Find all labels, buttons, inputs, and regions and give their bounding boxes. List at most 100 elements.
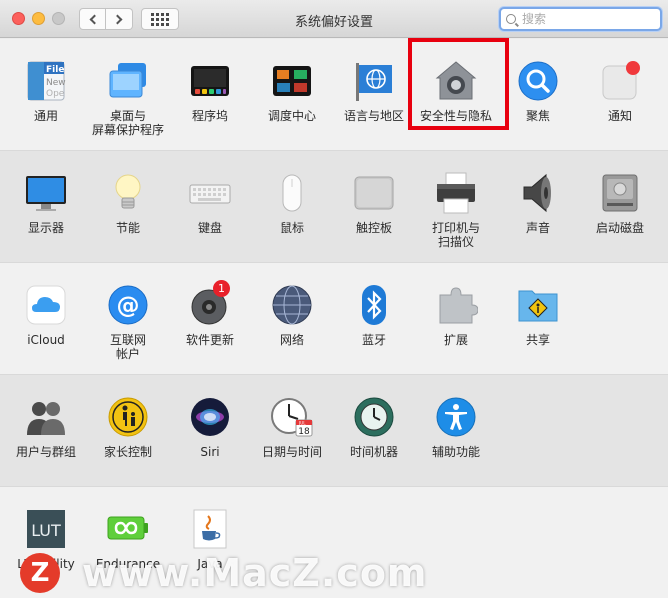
pref-label: 家长控制 — [103, 445, 152, 459]
pref-language-region[interactable]: 语言与地区 — [334, 59, 414, 123]
time-machine-icon — [352, 395, 396, 439]
endurance-icon — [106, 507, 150, 551]
search-icon — [506, 14, 516, 24]
keyboard-icon — [188, 171, 232, 215]
search-field[interactable] — [499, 7, 662, 31]
users-groups-icon — [24, 395, 68, 439]
pref-label: 通用 — [33, 109, 58, 123]
pref-label: 日期与时间 — [261, 445, 322, 459]
pref-label: 聚焦 — [525, 109, 550, 123]
pref-label: 共享 — [525, 333, 550, 347]
pref-sharing[interactable]: 共享 — [498, 283, 578, 347]
general-icon-top: File — [46, 65, 64, 75]
pref-displays[interactable]: 显示器 — [6, 171, 86, 235]
pref-label: 声音 — [525, 221, 550, 235]
pref-label: 蓝牙 — [361, 333, 386, 347]
internet-accounts-icon: @ — [106, 283, 150, 327]
mouse-icon — [270, 171, 314, 215]
desktop-screensaver-icon — [106, 59, 150, 103]
language-flag-icon — [352, 59, 396, 103]
general-icon-mid: New — [46, 78, 66, 88]
java-icon — [188, 507, 232, 551]
pref-security-privacy[interactable]: 安全性与隐私 — [416, 59, 496, 123]
pref-label: 显示器 — [27, 221, 64, 235]
watermark-logo: Z — [20, 553, 60, 593]
svg-text:@: @ — [117, 293, 140, 319]
pref-mission-control[interactable]: 调度中心 — [252, 59, 332, 123]
update-count-badge: 1 — [213, 280, 230, 297]
extensions-icon — [434, 283, 479, 327]
notifications-icon — [598, 59, 642, 103]
pref-label: 键盘 — [197, 221, 222, 235]
siri-icon — [188, 395, 232, 439]
disk-icon — [598, 171, 642, 215]
pref-icloud[interactable]: iCloud — [6, 283, 86, 347]
calendar-day: 18 — [298, 427, 310, 437]
section-personal: File New Ope 通用 桌面与 屏幕保护程序 程序坞 调度中心 语言与地… — [0, 39, 668, 151]
section-system: 用户与群组 家长控制 Siri JUL 18 日期与时间 时间机器 辅助功能 — [0, 375, 668, 487]
pref-extensions[interactable]: 扩展 — [416, 283, 496, 347]
software-update-icon: 1 — [188, 280, 232, 327]
pref-label: 打印机与 扫描仪 — [431, 221, 480, 249]
pref-energy-saver[interactable]: 节能 — [88, 171, 168, 235]
window-titlebar: 系统偏好设置 — [0, 0, 668, 38]
pref-parental-controls[interactable]: 家长控制 — [88, 395, 168, 459]
bluetooth-icon — [352, 283, 396, 327]
pref-label: 互联网 帐户 — [109, 333, 146, 361]
pref-software-update[interactable]: 1 软件更新 — [170, 280, 250, 347]
pref-date-time[interactable]: JUL 18 日期与时间 — [252, 395, 332, 459]
calendar-month: JUL — [298, 421, 306, 426]
pref-label: 调度中心 — [267, 109, 316, 123]
pref-label: 触控板 — [355, 221, 392, 235]
pref-time-machine[interactable]: 时间机器 — [334, 395, 414, 459]
section-internet-wireless: iCloud @ 互联网 帐户 1 软件更新 网络 蓝牙 扩展 共享 — [0, 263, 668, 375]
accessibility-icon — [434, 395, 478, 439]
security-house-icon — [434, 59, 478, 103]
pref-general[interactable]: File New Ope 通用 — [6, 59, 86, 123]
lut-icon-text: LUT — [31, 521, 61, 540]
pref-label: 软件更新 — [185, 333, 234, 347]
pref-accessibility[interactable]: 辅助功能 — [416, 395, 496, 459]
pref-label: 节能 — [115, 221, 140, 235]
pref-label: 用户与群组 — [15, 445, 76, 459]
dock-icon — [188, 59, 232, 103]
pref-users-groups[interactable]: 用户与群组 — [6, 395, 86, 459]
watermark: Z www.MacZ.com — [20, 548, 428, 598]
pref-label: 鼠标 — [279, 221, 304, 235]
pref-spotlight[interactable]: 聚焦 — [498, 59, 578, 123]
pref-label: 通知 — [607, 109, 632, 123]
network-icon — [270, 283, 314, 327]
pref-label: 安全性与隐私 — [419, 109, 492, 123]
pref-label: iCloud — [27, 333, 65, 347]
pref-label: Siri — [200, 445, 220, 459]
sharing-icon — [516, 283, 560, 327]
section-hardware: 显示器 节能 键盘 鼠标 触控板 打印机与 扫描仪 声音 启动磁盘 — [0, 151, 668, 263]
pref-label: 桌面与 屏幕保护程序 — [91, 109, 164, 137]
pref-label: 时间机器 — [349, 445, 398, 459]
pref-keyboard[interactable]: 键盘 — [170, 171, 250, 235]
pref-mouse[interactable]: 鼠标 — [252, 171, 332, 235]
pref-bluetooth[interactable]: 蓝牙 — [334, 283, 414, 347]
general-icon-bot: Ope — [46, 89, 65, 99]
date-time-icon: JUL 18 — [270, 395, 314, 439]
search-input[interactable] — [522, 12, 652, 26]
speaker-icon — [516, 171, 560, 215]
pref-trackpad[interactable]: 触控板 — [334, 171, 414, 235]
pref-sound[interactable]: 声音 — [498, 171, 578, 235]
pref-desktop-screensaver[interactable]: 桌面与 屏幕保护程序 — [88, 59, 168, 137]
pref-label: 辅助功能 — [431, 445, 480, 459]
pref-startup-disk[interactable]: 启动磁盘 — [580, 171, 660, 235]
pref-label: 启动磁盘 — [595, 221, 644, 235]
printer-icon — [434, 171, 478, 215]
trackpad-icon — [352, 171, 396, 215]
lut-utility-icon: LUT — [24, 507, 68, 551]
pref-dock[interactable]: 程序坞 — [170, 59, 250, 123]
pref-network[interactable]: 网络 — [252, 283, 332, 347]
pref-printers-scanners[interactable]: 打印机与 扫描仪 — [416, 171, 496, 249]
parental-controls-icon — [106, 395, 150, 439]
pref-notifications[interactable]: 通知 — [580, 59, 660, 123]
pref-label: 语言与地区 — [343, 109, 404, 123]
pref-internet-accounts[interactable]: @ 互联网 帐户 — [88, 283, 168, 361]
pref-siri[interactable]: Siri — [170, 395, 250, 459]
general-file-icon: File New Ope — [24, 59, 68, 103]
